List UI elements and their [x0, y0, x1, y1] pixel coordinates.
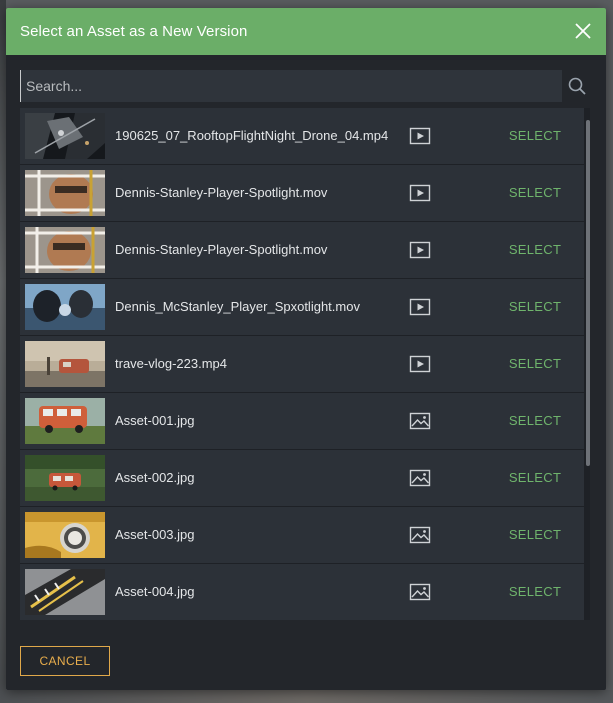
- select-button[interactable]: SELECT: [490, 279, 580, 335]
- video-icon: [409, 354, 431, 374]
- asset-thumbnail: [25, 569, 105, 615]
- list-item[interactable]: Dennis-Stanley-Player-Spotlight.mov SELE…: [20, 222, 584, 278]
- image-icon: [409, 582, 431, 602]
- asset-thumbnail: [25, 512, 105, 558]
- select-button[interactable]: SELECT: [490, 165, 580, 221]
- list-item[interactable]: Asset-001.jpg SELECT: [20, 393, 584, 449]
- video-icon: [409, 297, 431, 317]
- select-button[interactable]: SELECT: [490, 507, 580, 563]
- asset-name: Asset-004.jpg: [115, 584, 195, 599]
- list-item[interactable]: trave-vlog-223.mp4 SELECT: [20, 336, 584, 392]
- select-button[interactable]: SELECT: [490, 393, 580, 449]
- select-button[interactable]: SELECT: [490, 564, 580, 620]
- asset-list[interactable]: 190625_07_RooftopFlightNight_Drone_04.mp…: [20, 108, 590, 620]
- asset-thumbnail: [25, 113, 105, 159]
- asset-thumbnail: [25, 170, 105, 216]
- list-item[interactable]: Dennis-Stanley-Player-Spotlight.mov SELE…: [20, 165, 584, 221]
- asset-thumbnail: [25, 227, 105, 273]
- video-icon: [409, 183, 431, 203]
- asset-thumbnail: [25, 455, 105, 501]
- list-item[interactable]: Asset-002.jpg SELECT: [20, 450, 584, 506]
- asset-name: Asset-003.jpg: [115, 527, 195, 542]
- image-icon: [409, 468, 431, 488]
- list-item[interactable]: Asset-003.jpg SELECT: [20, 507, 584, 563]
- asset-name: Dennis-Stanley-Player-Spotlight.mov: [115, 242, 328, 257]
- list-item[interactable]: Dennis_McStanley_Player_Spxotlight.mov S…: [20, 279, 584, 335]
- search-bar: [20, 70, 590, 102]
- list-item[interactable]: Asset-004.jpg SELECT: [20, 564, 584, 620]
- asset-thumbnail: [25, 284, 105, 330]
- select-button[interactable]: SELECT: [490, 450, 580, 506]
- select-asset-dialog: Select an Asset as a New Version Search.…: [6, 8, 606, 690]
- asset-name: trave-vlog-223.mp4: [115, 356, 227, 371]
- asset-name: Dennis_McStanley_Player_Spxotlight.mov: [115, 299, 360, 314]
- list-item[interactable]: 190625_07_RooftopFlightNight_Drone_04.mp…: [20, 108, 584, 164]
- image-icon: [409, 411, 431, 431]
- video-icon: [409, 126, 431, 146]
- image-icon: [409, 525, 431, 545]
- dialog-title: Select an Asset as a New Version: [20, 23, 248, 40]
- select-button[interactable]: SELECT: [490, 108, 580, 164]
- asset-name: Dennis-Stanley-Player-Spotlight.mov: [115, 185, 328, 200]
- cancel-button[interactable]: CANCEL: [20, 646, 110, 676]
- scrollbar[interactable]: [586, 120, 590, 466]
- asset-name: Asset-002.jpg: [115, 470, 195, 485]
- select-button[interactable]: SELECT: [490, 336, 580, 392]
- close-icon[interactable]: [572, 20, 594, 42]
- page-backdrop-bottom: [0, 690, 613, 703]
- asset-name: Asset-001.jpg: [115, 413, 195, 428]
- select-button[interactable]: SELECT: [490, 222, 580, 278]
- dialog-header: Select an Asset as a New Version: [6, 8, 606, 55]
- search-input[interactable]: [20, 70, 562, 102]
- asset-name: 190625_07_RooftopFlightNight_Drone_04.mp…: [115, 128, 389, 143]
- video-icon: [409, 240, 431, 260]
- asset-thumbnail: [25, 341, 105, 387]
- search-icon[interactable]: [567, 76, 587, 96]
- asset-thumbnail: [25, 398, 105, 444]
